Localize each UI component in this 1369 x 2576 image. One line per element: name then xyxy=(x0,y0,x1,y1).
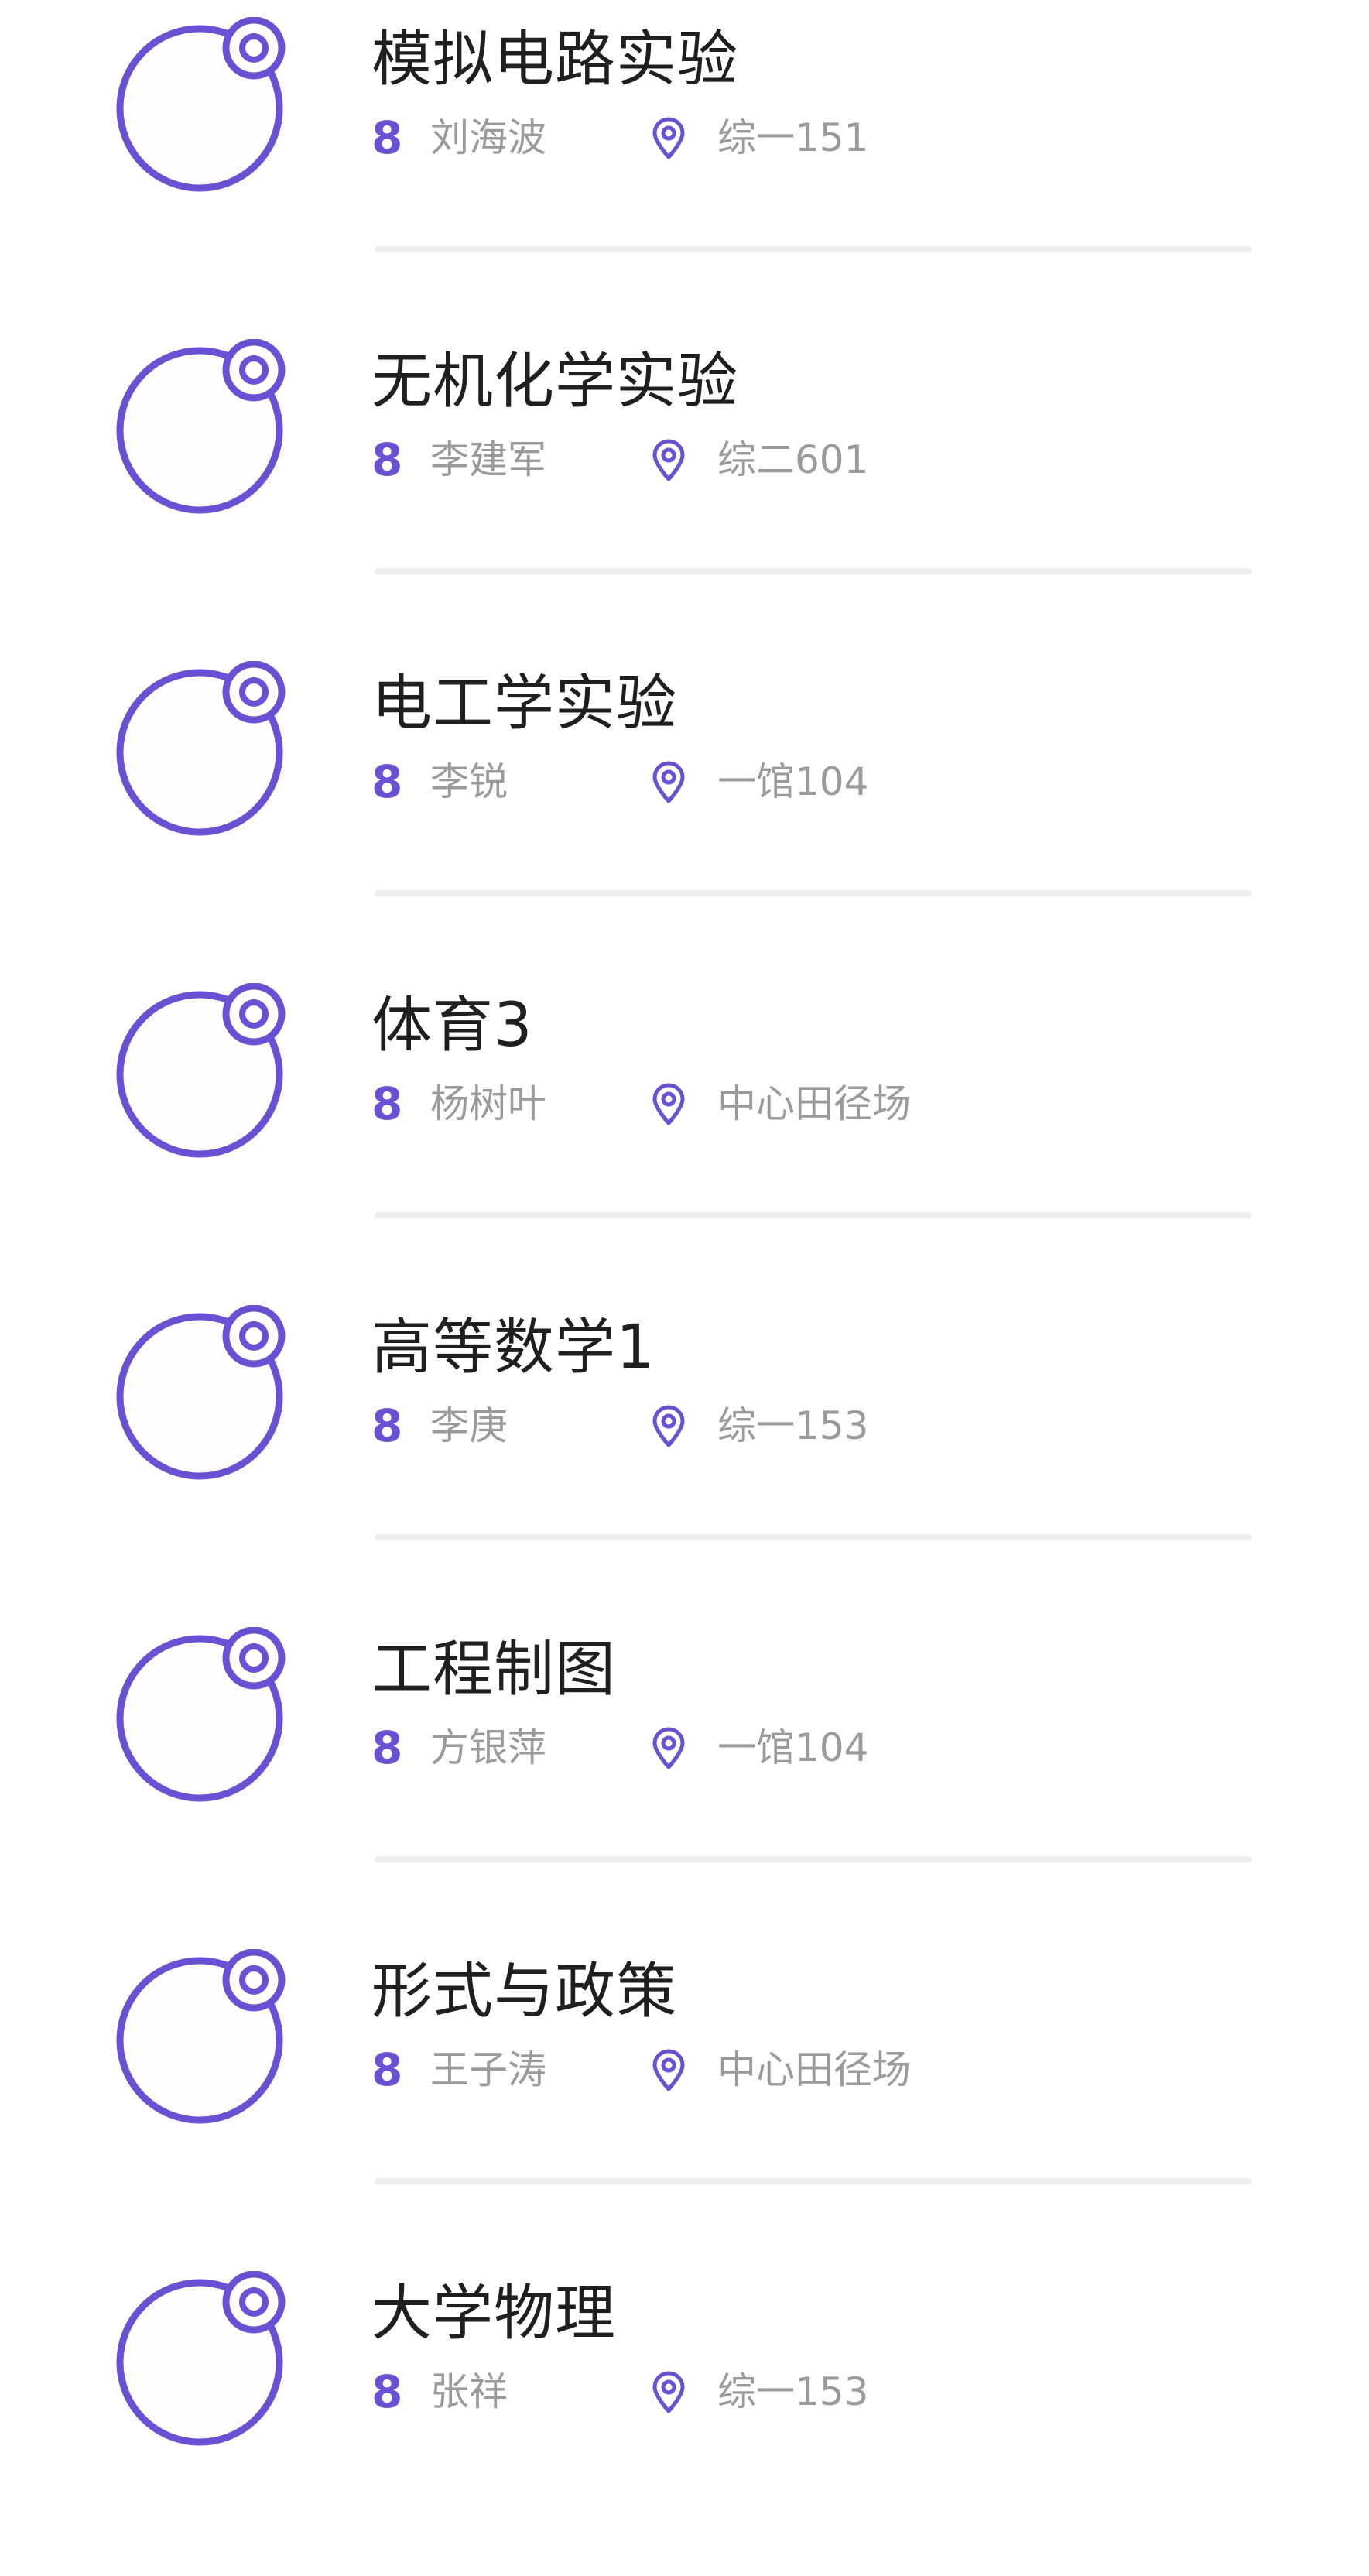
location-pin-icon xyxy=(650,1727,687,1770)
course-meta: 8 张祥 综一153 xyxy=(371,2365,1300,2419)
course-circle-icon xyxy=(115,1949,293,2127)
location-pin-icon xyxy=(650,439,687,482)
course-list: 模拟电路实验 8 刘海波 综一151 无机化学实验 8 李建军 综二601 电工学实验 8 李锐 一馆… xyxy=(0,0,1369,2543)
course-list-item[interactable]: 模拟电路实验 8 刘海波 综一151 xyxy=(0,0,1369,322)
location-pin-icon xyxy=(650,1405,687,1448)
person-icon: 8 xyxy=(371,111,403,164)
course-circle-icon xyxy=(115,17,293,195)
location-text: 综一153 xyxy=(717,2369,869,2414)
course-list-item[interactable]: 大学物理 8 张祥 综一153 xyxy=(0,2254,1369,2576)
location-text: 中心田径场 xyxy=(717,2047,911,2092)
teacher-name: 张祥 xyxy=(430,2369,508,2414)
teacher-name: 刘海波 xyxy=(430,115,546,160)
location-pin-icon xyxy=(650,1083,687,1126)
course-meta: 8 杨树叶 中心田径场 xyxy=(371,1077,1300,1131)
course-circle-icon xyxy=(115,2271,293,2449)
person-icon: 8 xyxy=(371,2365,403,2418)
course-circle-icon xyxy=(115,661,293,839)
course-meta: 8 方银萍 一馆104 xyxy=(371,1721,1300,1775)
divider xyxy=(375,246,1252,252)
course-meta: 8 李建军 综二601 xyxy=(371,433,1300,487)
teacher-name: 李锐 xyxy=(430,759,508,804)
location-text: 中心田径场 xyxy=(717,1081,911,1126)
person-icon: 8 xyxy=(371,433,403,486)
course-meta: 8 刘海波 综一151 xyxy=(371,111,1300,165)
course-title: 体育3 xyxy=(371,991,533,1060)
location-text: 一馆104 xyxy=(717,1725,869,1770)
course-circle-icon xyxy=(115,1627,293,1805)
divider xyxy=(375,890,1252,896)
course-circle-icon xyxy=(115,339,293,517)
person-icon: 8 xyxy=(371,1721,403,1774)
location-pin-icon xyxy=(650,117,687,160)
course-list-item[interactable]: 无机化学实验 8 李建军 综二601 xyxy=(0,322,1369,644)
teacher-name: 李庚 xyxy=(430,1403,508,1448)
course-title: 高等数学1 xyxy=(371,1313,655,1382)
course-meta: 8 李庚 综一153 xyxy=(371,1399,1300,1453)
course-list-item[interactable]: 体育3 8 杨树叶 中心田径场 xyxy=(0,966,1369,1288)
person-icon: 8 xyxy=(371,1077,403,1130)
divider xyxy=(375,1534,1252,1540)
teacher-name: 方银萍 xyxy=(430,1725,546,1770)
teacher-name: 王子涛 xyxy=(430,2047,546,2092)
divider xyxy=(375,2178,1252,2184)
course-meta: 8 王子涛 中心田径场 xyxy=(371,2043,1300,2097)
course-circle-icon xyxy=(115,983,293,1161)
location-text: 综一151 xyxy=(717,115,869,160)
divider xyxy=(375,1212,1252,1218)
person-icon: 8 xyxy=(371,1399,403,1452)
teacher-name: 李建军 xyxy=(430,437,546,482)
divider xyxy=(375,1856,1252,1862)
location-text: 综二601 xyxy=(717,437,869,482)
location-text: 综一153 xyxy=(717,1403,869,1448)
location-pin-icon xyxy=(650,761,687,804)
course-meta: 8 李锐 一馆104 xyxy=(371,755,1300,809)
course-list-item[interactable]: 形式与政策 8 王子涛 中心田径场 xyxy=(0,1932,1369,2254)
person-icon: 8 xyxy=(371,2043,403,2096)
course-title: 模拟电路实验 xyxy=(371,25,739,94)
location-pin-icon xyxy=(650,2049,687,2092)
location-text: 一馆104 xyxy=(717,759,869,804)
course-title: 无机化学实验 xyxy=(371,347,739,416)
teacher-name: 杨树叶 xyxy=(430,1081,546,1126)
course-circle-icon xyxy=(115,1305,293,1483)
course-title: 大学物理 xyxy=(371,2279,617,2348)
course-title: 电工学实验 xyxy=(371,669,678,738)
location-pin-icon xyxy=(650,2371,687,2414)
course-list-item[interactable]: 电工学实验 8 李锐 一馆104 xyxy=(0,644,1369,966)
course-title: 形式与政策 xyxy=(371,1957,678,2026)
course-list-item[interactable]: 高等数学1 8 李庚 综一153 xyxy=(0,1288,1369,1610)
course-title: 工程制图 xyxy=(371,1635,617,1704)
person-icon: 8 xyxy=(371,755,403,808)
divider xyxy=(375,568,1252,574)
course-list-item[interactable]: 工程制图 8 方银萍 一馆104 xyxy=(0,1610,1369,1932)
